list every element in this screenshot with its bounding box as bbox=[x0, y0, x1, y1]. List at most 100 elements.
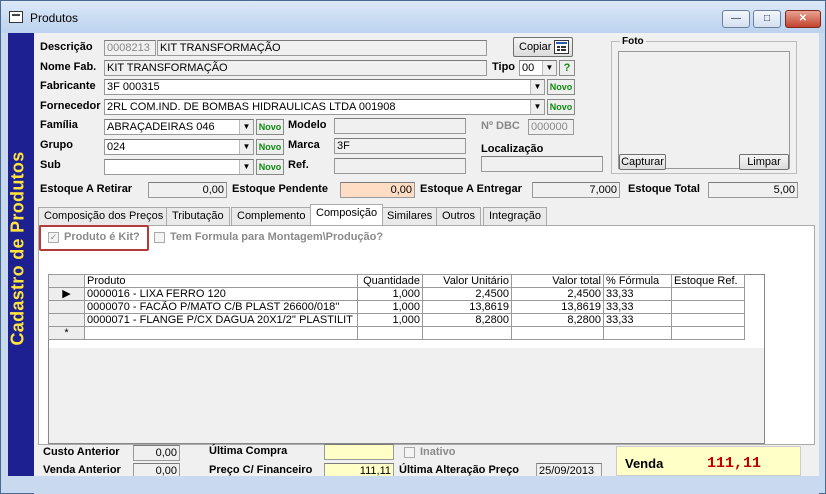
tem-formula-checkbox[interactable] bbox=[154, 232, 165, 243]
cell-produto[interactable] bbox=[84, 326, 358, 340]
cell-quantidade[interactable]: 1,000 bbox=[357, 300, 423, 314]
custo-anterior-label: Custo Anterior bbox=[43, 446, 120, 458]
cell-produto[interactable]: 0000016 - LIXA FERRO 120 bbox=[84, 287, 358, 301]
fornecedor-novo-button[interactable]: Novo bbox=[547, 99, 575, 115]
table-row[interactable]: ▶ 0000016 - LIXA FERRO 120 1,000 2,4500 … bbox=[48, 287, 745, 301]
composicao-grid[interactable]: Produto Quantidade Valor Unitário Valor … bbox=[48, 274, 765, 444]
col-valor-unitario[interactable]: Valor Unitário bbox=[422, 274, 512, 288]
cell-valor-total[interactable]: 13,8619 bbox=[511, 300, 604, 314]
venda-panel: Venda 111,11 bbox=[616, 446, 801, 476]
estoque-total-field[interactable]: 5,00 bbox=[708, 182, 798, 198]
grupo-select[interactable]: 024 ▼ bbox=[104, 139, 254, 155]
cell-estoque-ref[interactable] bbox=[671, 326, 745, 340]
form-body: Descrição 0008213 KIT TRANSFORMAÇÃO Copi… bbox=[34, 33, 819, 479]
cell-valor-total[interactable] bbox=[511, 326, 604, 340]
maximize-button[interactable]: □ bbox=[753, 10, 781, 28]
chevron-down-icon[interactable]: ▼ bbox=[239, 120, 253, 134]
cell-valor-unitario[interactable]: 13,8619 bbox=[422, 300, 512, 314]
cell-valor-unitario[interactable]: 8,2800 bbox=[422, 313, 512, 327]
ultima-compra-field[interactable] bbox=[324, 444, 394, 460]
capturar-button[interactable]: Capturar bbox=[619, 154, 666, 170]
grid-table: Produto Quantidade Valor Unitário Valor … bbox=[48, 274, 745, 340]
estoque-total-label: Estoque Total bbox=[628, 183, 700, 195]
grupo-novo-button[interactable]: Novo bbox=[256, 139, 284, 155]
copiar-label: Copiar bbox=[519, 41, 552, 53]
dbc-field[interactable]: 000000 bbox=[528, 119, 574, 135]
ref-field[interactable] bbox=[334, 158, 466, 174]
tab-similares[interactable]: Similares bbox=[381, 207, 439, 225]
minimize-button[interactable]: — bbox=[722, 10, 750, 28]
estoque-pendente-field[interactable]: 0,00 bbox=[340, 182, 415, 198]
localizacao-field[interactable] bbox=[481, 156, 603, 172]
codigo-field[interactable]: 0008213 bbox=[104, 40, 156, 56]
table-row[interactable]: 0000070 - FACÃO P/MATO C/B PLAST 26600/0… bbox=[48, 300, 745, 314]
fabricante-select[interactable]: 3F 000315 ▼ bbox=[104, 79, 545, 95]
localizacao-label: Localização bbox=[481, 143, 544, 155]
col-estoque-ref[interactable]: Estoque Ref. bbox=[671, 274, 745, 288]
tipo-select[interactable]: 00 ▼ bbox=[519, 60, 557, 76]
col-quantidade[interactable]: Quantidade bbox=[357, 274, 423, 288]
table-row[interactable]: 0000071 - FLANGE P/CX DAGUA 20X1/2'' PLA… bbox=[48, 313, 745, 327]
cell-valor-unitario[interactable]: 2,4500 bbox=[422, 287, 512, 301]
cell-quantidade[interactable] bbox=[357, 326, 423, 340]
tab-outros[interactable]: Outros bbox=[436, 207, 482, 225]
col-produto[interactable]: Produto bbox=[84, 274, 358, 288]
produto-kit-checkbox[interactable]: ✓ bbox=[48, 232, 59, 243]
cell-formula[interactable] bbox=[603, 326, 672, 340]
tab-composicao[interactable]: Composição bbox=[310, 204, 384, 225]
chevron-down-icon[interactable]: ▼ bbox=[239, 140, 253, 154]
copiar-button[interactable]: Copiar bbox=[513, 37, 573, 57]
cell-estoque-ref[interactable] bbox=[671, 313, 745, 327]
estoque-entregar-field[interactable]: 7,000 bbox=[532, 182, 620, 198]
new-row[interactable]: * bbox=[48, 326, 745, 340]
tab-composicao-precos[interactable]: Composição dos Preços bbox=[38, 207, 170, 225]
limpar-button[interactable]: Limpar bbox=[739, 154, 789, 170]
row-indicator bbox=[48, 313, 85, 327]
estoque-retirar-field[interactable]: 0,00 bbox=[148, 182, 227, 198]
sidebar-banner: Cadastro de Produtos bbox=[8, 33, 34, 476]
cell-quantidade[interactable]: 1,000 bbox=[357, 287, 423, 301]
sub-select[interactable]: ▼ bbox=[104, 159, 254, 175]
tab-tributacao[interactable]: Tributação bbox=[166, 207, 230, 225]
cell-valor-unitario[interactable] bbox=[422, 326, 512, 340]
title-bar[interactable]: Produtos — □ ✕ bbox=[1, 1, 825, 33]
cell-formula[interactable]: 33,33 bbox=[603, 313, 672, 327]
tab-integracao[interactable]: Integração bbox=[483, 207, 547, 225]
cell-valor-total[interactable]: 2,4500 bbox=[511, 287, 604, 301]
fabricante-novo-button[interactable]: Novo bbox=[547, 79, 575, 95]
cell-formula[interactable]: 33,33 bbox=[603, 287, 672, 301]
nome-fab-field[interactable]: KIT TRANSFORMAÇÃO bbox=[104, 60, 487, 76]
cell-estoque-ref[interactable] bbox=[671, 300, 745, 314]
custo-anterior-field[interactable]: 0,00 bbox=[133, 445, 180, 461]
descricao-field[interactable]: KIT TRANSFORMAÇÃO bbox=[157, 40, 487, 56]
inativo-checkbox[interactable] bbox=[404, 447, 415, 458]
ref-label: Ref. bbox=[288, 159, 309, 171]
col-valor-total[interactable]: Valor total bbox=[511, 274, 604, 288]
chevron-down-icon[interactable]: ▼ bbox=[530, 80, 544, 94]
new-row-indicator: * bbox=[48, 326, 85, 340]
chevron-down-icon[interactable]: ▼ bbox=[239, 160, 253, 174]
cell-formula[interactable]: 33,33 bbox=[603, 300, 672, 314]
cell-valor-total[interactable]: 8,2800 bbox=[511, 313, 604, 327]
sub-novo-button[interactable]: Novo bbox=[256, 159, 284, 175]
cell-produto[interactable]: 0000070 - FACÃO P/MATO C/B PLAST 26600/0… bbox=[84, 300, 358, 314]
col-formula[interactable]: % Fórmula bbox=[603, 274, 672, 288]
fornecedor-select[interactable]: 2RL COM.IND. DE BOMBAS HIDRAULICAS LTDA … bbox=[104, 99, 545, 115]
familia-novo-button[interactable]: Novo bbox=[256, 119, 284, 135]
grupo-label: Grupo bbox=[40, 139, 73, 151]
marca-field[interactable]: 3F bbox=[334, 138, 466, 154]
cell-quantidade[interactable]: 1,000 bbox=[357, 313, 423, 327]
venda-anterior-label: Venda Anterior bbox=[43, 464, 121, 476]
photo-area[interactable] bbox=[618, 51, 790, 169]
cell-produto[interactable]: 0000071 - FLANGE P/CX DAGUA 20X1/2'' PLA… bbox=[84, 313, 358, 327]
grupo-value: 024 bbox=[107, 141, 126, 153]
tab-complemento[interactable]: Complemento bbox=[231, 207, 312, 225]
chevron-down-icon[interactable]: ▼ bbox=[530, 100, 544, 114]
close-button[interactable]: ✕ bbox=[785, 10, 821, 28]
help-button[interactable]: ? bbox=[559, 60, 575, 76]
chevron-down-icon[interactable]: ▼ bbox=[542, 61, 556, 75]
familia-select[interactable]: ABRAÇADEIRAS 046 ▼ bbox=[104, 119, 254, 135]
modelo-field[interactable] bbox=[334, 118, 466, 134]
cell-estoque-ref[interactable] bbox=[671, 287, 745, 301]
modelo-label: Modelo bbox=[288, 119, 327, 131]
